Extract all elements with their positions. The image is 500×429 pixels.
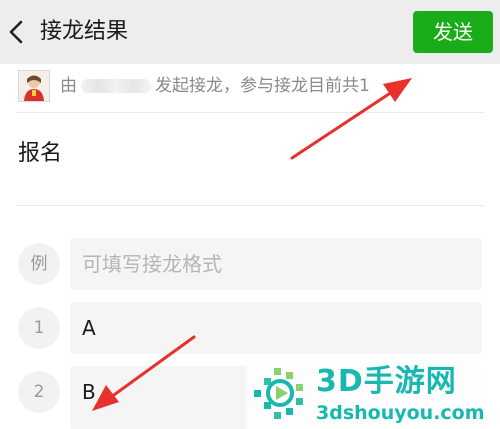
avatar-image	[19, 71, 49, 101]
section-title[interactable]: 报名	[18, 138, 62, 170]
watermark-url: 3dshouyou.com	[316, 402, 485, 424]
watermark-logo	[254, 368, 303, 419]
info-suffix: 发起接龙，参与接龙目前共1	[155, 76, 370, 96]
chevron-left-icon	[9, 20, 23, 44]
entry-input-1[interactable]: A	[70, 302, 482, 354]
watermark: 3D手游网 3dshouyou.com	[246, 360, 500, 429]
example-format-input[interactable]: 可填写接龙格式	[70, 238, 482, 290]
info-prefix: 由	[60, 76, 77, 96]
avatar[interactable]	[18, 70, 50, 102]
initiator-info-row: 由 发起接龙，参与接龙目前共1	[0, 64, 500, 108]
top-bar: 接龙结果 发送	[0, 0, 500, 64]
example-placeholder: 可填写接龙格式	[82, 252, 222, 276]
blurred-username	[81, 79, 151, 93]
back-button[interactable]	[4, 16, 32, 48]
entry-value-2: B	[82, 380, 96, 404]
page-title: 接龙结果	[40, 19, 129, 44]
entry-number-2: 2	[18, 371, 60, 413]
entry-number-1: 1	[18, 307, 60, 349]
watermark-title: 3D手游网	[316, 364, 457, 399]
divider	[16, 112, 484, 113]
send-button[interactable]: 发送	[413, 11, 493, 53]
entry-value-1: A	[82, 316, 96, 340]
divider	[16, 205, 484, 206]
example-badge: 例	[18, 243, 60, 285]
initiator-info-text: 由 发起接龙，参与接龙目前共1	[60, 74, 370, 98]
